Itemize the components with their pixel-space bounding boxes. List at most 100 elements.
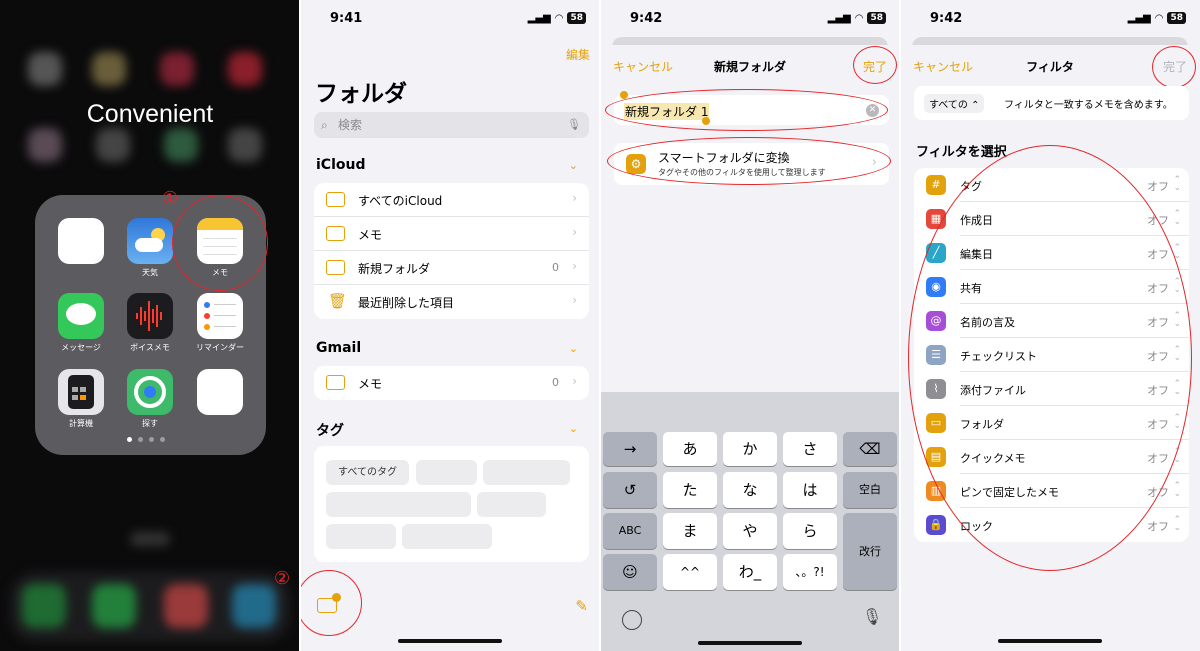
- status-bar: 9:42 ▂▄▆ ◠ 58: [600, 10, 900, 30]
- folder-icon: [326, 375, 345, 390]
- chevron-right-icon: ›: [572, 191, 577, 205]
- list-item[interactable]: メモ ›: [314, 217, 589, 251]
- chevron-right-icon: ›: [572, 374, 577, 388]
- filter-value[interactable]: オフ: [1147, 518, 1169, 534]
- signal-icon: ▂▄▆: [827, 12, 851, 24]
- microphone-icon[interactable]: 🎙: [862, 607, 882, 626]
- reminders-app[interactable]: リマインダー: [196, 293, 244, 353]
- key-ya[interactable]: や: [723, 513, 777, 549]
- key-a[interactable]: あ: [663, 432, 717, 466]
- tag-all[interactable]: すべてのタグ: [326, 460, 409, 485]
- annotation-circle-done: [1152, 46, 1196, 88]
- signal-icon: ▂▄▆: [1127, 12, 1151, 24]
- blurred-app-icon: [228, 128, 262, 162]
- tag-chip[interactable]: [477, 492, 546, 517]
- home-indicator: [698, 641, 802, 645]
- annotation-circle-smart: [607, 137, 891, 185]
- home-screen-panel: Convenient 天気 メモ メッセージ ボイスメモ リマインダー 計算機 …: [0, 0, 300, 651]
- section-header-gmail: Gmail: [316, 340, 362, 356]
- tag-chip[interactable]: [326, 492, 471, 517]
- tag-browser: すべてのタグ: [314, 446, 589, 562]
- tag-chip[interactable]: [402, 524, 492, 549]
- trash-icon: 🗑: [328, 292, 348, 310]
- key-enter[interactable]: 改行: [843, 513, 897, 590]
- key-na[interactable]: な: [723, 472, 777, 508]
- key-ha[interactable]: は: [783, 472, 837, 508]
- wifi-icon: ◠: [1154, 12, 1164, 24]
- status-bar: 9:41 ▂▄▆ ◠ 58: [300, 10, 600, 30]
- annotation-circle-name: [605, 89, 888, 131]
- blank-app-icon: [58, 218, 104, 264]
- annotation-circle-notes: [172, 195, 268, 291]
- folder-count: 0: [552, 261, 559, 274]
- key-ka[interactable]: か: [723, 432, 777, 466]
- key-arrow[interactable]: →: [603, 432, 657, 466]
- key-abc[interactable]: ABC: [603, 513, 657, 549]
- filter-value[interactable]: オフ: [1147, 178, 1169, 194]
- chevron-right-icon: ›: [572, 225, 577, 239]
- folders-panel: 9:41 ▂▄▆ ◠ 58 編集 フォルダ ⌕ 検索 🎙 iCloud ⌄ すべての…: [300, 0, 600, 651]
- annotation-circle-filters: [908, 145, 1192, 571]
- key-wa[interactable]: わ_: [723, 554, 777, 590]
- delete-icon[interactable]: ⌫: [843, 432, 897, 466]
- blurred-dock-icon: [92, 584, 136, 628]
- key-punctuation[interactable]: 、。?!: [783, 554, 837, 590]
- find-my-app[interactable]: 探す: [126, 369, 174, 429]
- search-icon: ⌕: [321, 118, 328, 132]
- messages-app[interactable]: メッセージ: [57, 293, 105, 353]
- key-space[interactable]: 空白: [843, 472, 897, 508]
- blank-app-2[interactable]: [196, 369, 244, 418]
- key-sa[interactable]: さ: [783, 432, 837, 466]
- clock: 9:42: [930, 11, 963, 26]
- up-down-chevron-icon: ⌃ ⌄: [1173, 481, 1181, 499]
- chevron-right-icon: ›: [572, 259, 577, 273]
- key-ra[interactable]: ら: [783, 513, 837, 549]
- key-ta[interactable]: た: [663, 472, 717, 508]
- key-ma[interactable]: ま: [663, 513, 717, 549]
- chevron-down-icon[interactable]: ⌄: [569, 422, 578, 435]
- battery-icon: 58: [567, 12, 586, 24]
- page-title: フォルダ: [315, 81, 407, 107]
- key-kaomoji[interactable]: ^^: [663, 554, 717, 590]
- folder-icon: [326, 192, 345, 207]
- tag-chip[interactable]: [416, 460, 477, 485]
- list-item[interactable]: 🗑 最近削除した項目 ›: [314, 285, 589, 319]
- compose-icon[interactable]: ✎: [575, 597, 588, 615]
- panel-divider: [899, 0, 901, 651]
- annotation-number: ②: [274, 568, 291, 589]
- undo-icon[interactable]: ↺: [603, 472, 657, 508]
- search-placeholder: 検索: [338, 118, 363, 132]
- match-select[interactable]: すべての ⌃: [924, 94, 985, 113]
- blurred-search-pill: [130, 532, 170, 546]
- chevron-down-icon[interactable]: ⌄: [569, 159, 578, 172]
- folder-label: メモ: [358, 377, 383, 391]
- chevron-down-icon[interactable]: ⌄: [569, 342, 578, 355]
- list-item[interactable]: メモ 0 ›: [314, 366, 589, 400]
- signal-icon: ▂▄▆: [527, 12, 551, 24]
- app-label: リマインダー: [196, 343, 244, 352]
- voice-memos-app[interactable]: ボイスメモ: [126, 293, 174, 353]
- tag-chip[interactable]: [483, 460, 570, 485]
- reminders-icon: [197, 293, 243, 339]
- list-item[interactable]: すべてのiCloud ›: [314, 183, 589, 217]
- emoji-icon[interactable]: ☺: [603, 554, 657, 590]
- section-header-select-filter: フィルタを選択: [916, 145, 1007, 160]
- globe-icon[interactable]: [622, 610, 642, 630]
- weather-app[interactable]: 天気: [126, 218, 174, 278]
- japanese-keyboard: → あ か さ ⌫ ↺ た な は 空白 ABC ま や ら 改行 ☺ ^^ わ…: [600, 392, 900, 651]
- blurred-dock-icon: [164, 584, 208, 628]
- edit-button[interactable]: 編集: [566, 46, 590, 63]
- blurred-dock-icon: [232, 584, 276, 628]
- calculator-app[interactable]: 計算機: [57, 369, 105, 429]
- search-field[interactable]: ⌕ 検索 🎙: [314, 112, 589, 138]
- microphone-icon[interactable]: 🎙: [567, 112, 581, 138]
- blurred-app-icon: [164, 128, 198, 162]
- panel-divider: [599, 0, 601, 651]
- battery-icon: 58: [1167, 12, 1186, 24]
- blank-app[interactable]: [57, 218, 105, 267]
- list-item[interactable]: 新規フォルダ 0 ›: [314, 251, 589, 285]
- include-rule: すべての ⌃ フィルタと一致するメモを含めます。: [914, 86, 1189, 120]
- app-label: ボイスメモ: [130, 343, 170, 352]
- tag-chip[interactable]: [326, 524, 396, 549]
- folder-label: 新規フォルダ: [358, 262, 431, 276]
